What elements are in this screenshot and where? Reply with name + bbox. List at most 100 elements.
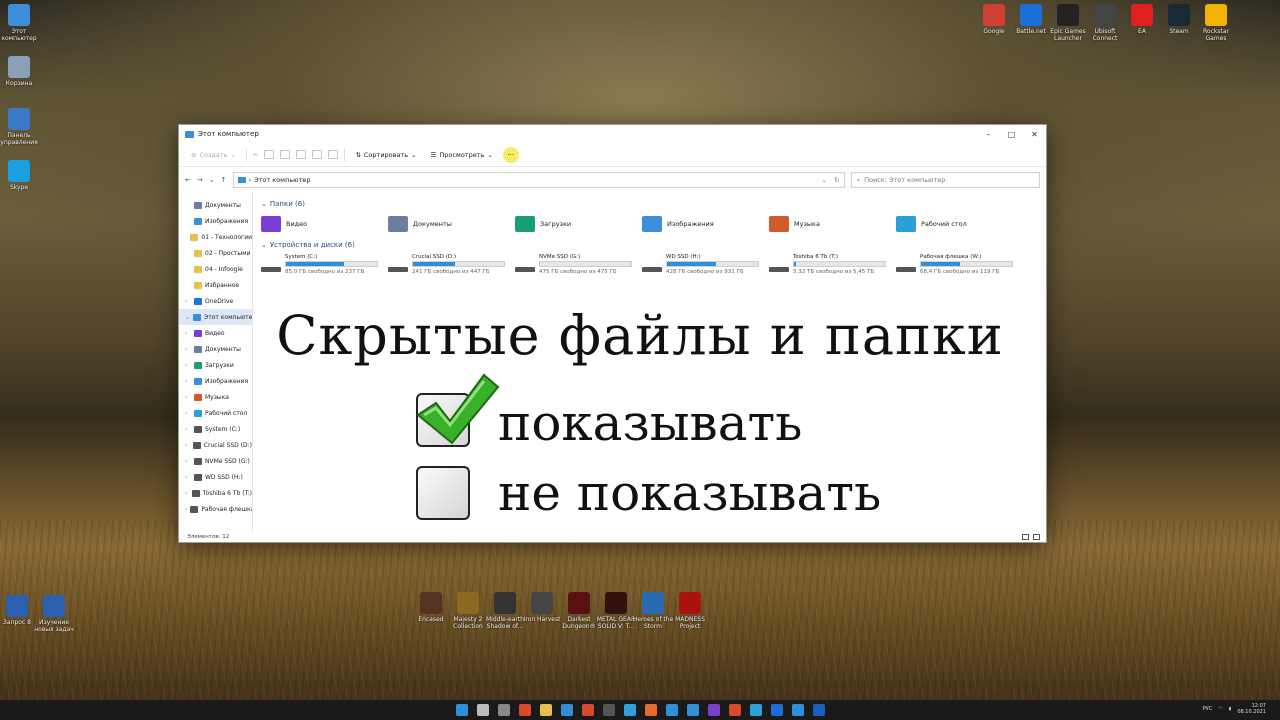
- desktop-icon[interactable]: Изучение новых задач: [31, 595, 77, 633]
- nav-item[interactable]: › System (C:): [179, 421, 252, 437]
- taskbar-app-icon[interactable]: [602, 704, 615, 716]
- start-button[interactable]: [455, 704, 468, 716]
- copy-icon[interactable]: [264, 150, 275, 159]
- folders-section-header[interactable]: ⌄ Папки (6): [261, 200, 1038, 208]
- expand-arrow-icon[interactable]: ⌄: [185, 314, 190, 321]
- wifi-icon[interactable]: ◠: [1218, 706, 1222, 712]
- taskbar-app-icon[interactable]: [644, 704, 657, 716]
- language-indicator[interactable]: РУС: [1203, 706, 1213, 712]
- folder-item[interactable]: Изображения: [642, 213, 769, 235]
- expand-arrow-icon[interactable]: ›: [185, 458, 191, 465]
- clock[interactable]: 12:07 08.10.2021: [1237, 703, 1266, 715]
- nav-item[interactable]: Изображения: [179, 213, 252, 229]
- drives-section-header[interactable]: ⌄ Устройства и диски (6): [261, 241, 1038, 249]
- drive-item[interactable]: Рабочая флешка (W:) 68,4 ГБ свободно из 1…: [896, 254, 1023, 275]
- taskbar-app-icon[interactable]: [728, 704, 741, 716]
- nav-item[interactable]: Избранное: [179, 277, 252, 293]
- chevron-down-icon[interactable]: ⌄: [209, 176, 215, 184]
- rename-icon[interactable]: [296, 150, 307, 159]
- desktop-icon[interactable]: Панель управления: [0, 108, 42, 146]
- expand-arrow-icon[interactable]: ›: [185, 378, 191, 385]
- nav-item[interactable]: › OneDrive: [179, 293, 252, 309]
- taskbar-app-icon[interactable]: [791, 704, 804, 716]
- create-button[interactable]: ⊕ Создать ⌄: [187, 149, 240, 161]
- expand-arrow-icon[interactable]: ›: [185, 490, 189, 497]
- drive-item[interactable]: Toshiba 6 Tb (T:) 5,32 ТБ свободно из 5,4…: [769, 254, 896, 275]
- desktop-icon[interactable]: Этот компьютер: [0, 4, 42, 42]
- more-options-button[interactable]: ···: [502, 146, 519, 163]
- nav-item[interactable]: › Изображения: [179, 373, 252, 389]
- address-bar[interactable]: › Этот компьютер ⌄ ↻: [232, 172, 845, 188]
- folder-item[interactable]: Загрузки: [515, 213, 642, 235]
- delete-icon[interactable]: [328, 150, 339, 159]
- nav-item[interactable]: › Рабочая флешка: [179, 501, 252, 517]
- expand-arrow-icon[interactable]: ›: [185, 346, 191, 353]
- nav-item[interactable]: 04 - Infoogle: [179, 261, 252, 277]
- nav-item[interactable]: › NVMe SSD (G:): [179, 453, 252, 469]
- expand-arrow-icon[interactable]: ›: [185, 362, 191, 369]
- expand-arrow-icon[interactable]: ›: [185, 410, 191, 417]
- folder-item[interactable]: Документы: [388, 213, 515, 235]
- breadcrumb[interactable]: Этот компьютер: [254, 176, 310, 184]
- expand-arrow-icon[interactable]: ›: [185, 330, 191, 337]
- details-view-icon[interactable]: [1022, 533, 1029, 540]
- expand-arrow-icon[interactable]: ›: [185, 474, 191, 481]
- sort-button[interactable]: ⇅ Сортировать ⌄: [351, 149, 420, 161]
- desktop-icon[interactable]: MADNESS Project: [667, 592, 713, 630]
- expand-arrow-icon[interactable]: ›: [185, 442, 190, 449]
- taskbar-app-icon[interactable]: [497, 704, 510, 716]
- drive-item[interactable]: System (C:) 85,0 ГБ свободно из 237 ГБ: [261, 254, 388, 275]
- nav-item[interactable]: › WD SSD (H:): [179, 469, 252, 485]
- paste-icon[interactable]: [280, 150, 291, 159]
- minimize-button[interactable]: –: [977, 130, 1000, 139]
- nav-item[interactable]: › Crucial SSD (D:): [179, 437, 252, 453]
- taskbar-app-icon[interactable]: [560, 704, 573, 716]
- cut-icon[interactable]: ✂: [253, 151, 258, 159]
- back-icon[interactable]: ←: [185, 176, 191, 184]
- desktop-icon[interactable]: Skype: [0, 160, 42, 191]
- expand-arrow-icon[interactable]: ›: [185, 298, 191, 305]
- nav-item[interactable]: › Toshiba 6 Tb (T:): [179, 485, 252, 501]
- view-button[interactable]: ☰ Просмотреть ⌄: [427, 149, 497, 161]
- search-input[interactable]: ⌕ Поиск: Этот компьютер: [850, 172, 1040, 188]
- nav-item[interactable]: › Видео: [179, 325, 252, 341]
- nav-item[interactable]: › Музыка: [179, 389, 252, 405]
- nav-item[interactable]: › Загрузки: [179, 357, 252, 373]
- desktop-icon[interactable]: Корзина: [0, 56, 42, 87]
- tiles-view-icon[interactable]: [1033, 533, 1040, 540]
- expand-arrow-icon[interactable]: ›: [185, 506, 187, 513]
- taskbar-app-icon[interactable]: [749, 704, 762, 716]
- close-button[interactable]: ✕: [1023, 130, 1046, 139]
- folder-item[interactable]: Рабочий стол: [896, 213, 1023, 235]
- maximize-button[interactable]: □: [1000, 130, 1023, 139]
- drive-item[interactable]: Crucial SSD (D:) 241 ГБ свободно из 447 Г…: [388, 254, 515, 275]
- nav-item[interactable]: › Рабочий стол: [179, 405, 252, 421]
- forward-icon[interactable]: →: [197, 176, 203, 184]
- refresh-icon[interactable]: ↻: [834, 176, 843, 184]
- taskbar-app-icon[interactable]: [707, 704, 720, 716]
- up-icon[interactable]: ↑: [221, 176, 227, 184]
- taskbar-app-icon[interactable]: [686, 704, 699, 716]
- taskbar-app-icon[interactable]: [623, 704, 636, 716]
- taskbar-app-icon[interactable]: [476, 704, 489, 716]
- folder-item[interactable]: Музыка: [769, 213, 896, 235]
- drive-item[interactable]: NVMe SSD (G:) 475 ГБ свободно из 475 ГБ: [515, 254, 642, 275]
- drive-item[interactable]: WD SSD (H:) 428 ГБ свободно из 931 ГБ: [642, 254, 769, 275]
- nav-item[interactable]: Документы: [179, 197, 252, 213]
- expand-arrow-icon[interactable]: ›: [185, 426, 191, 433]
- nav-item[interactable]: 02 - Простыми: [179, 245, 252, 261]
- taskbar-app-icon[interactable]: [812, 704, 825, 716]
- share-icon[interactable]: [312, 150, 323, 159]
- expand-arrow-icon[interactable]: ›: [185, 394, 191, 401]
- taskbar-app-icon[interactable]: [770, 704, 783, 716]
- desktop-icon[interactable]: Rockstar Games: [1193, 4, 1239, 42]
- taskbar-app-icon[interactable]: [581, 704, 594, 716]
- taskbar-app-icon[interactable]: [665, 704, 678, 716]
- nav-item[interactable]: › Документы: [179, 341, 252, 357]
- taskbar-app-icon[interactable]: [518, 704, 531, 716]
- nav-item[interactable]: 01 - Технологии: [179, 229, 252, 245]
- volume-icon[interactable]: ◖: [1229, 706, 1232, 712]
- chevron-down-icon[interactable]: ⌄: [822, 176, 831, 184]
- folder-item[interactable]: Видео: [261, 213, 388, 235]
- taskbar-app-icon[interactable]: [539, 704, 552, 716]
